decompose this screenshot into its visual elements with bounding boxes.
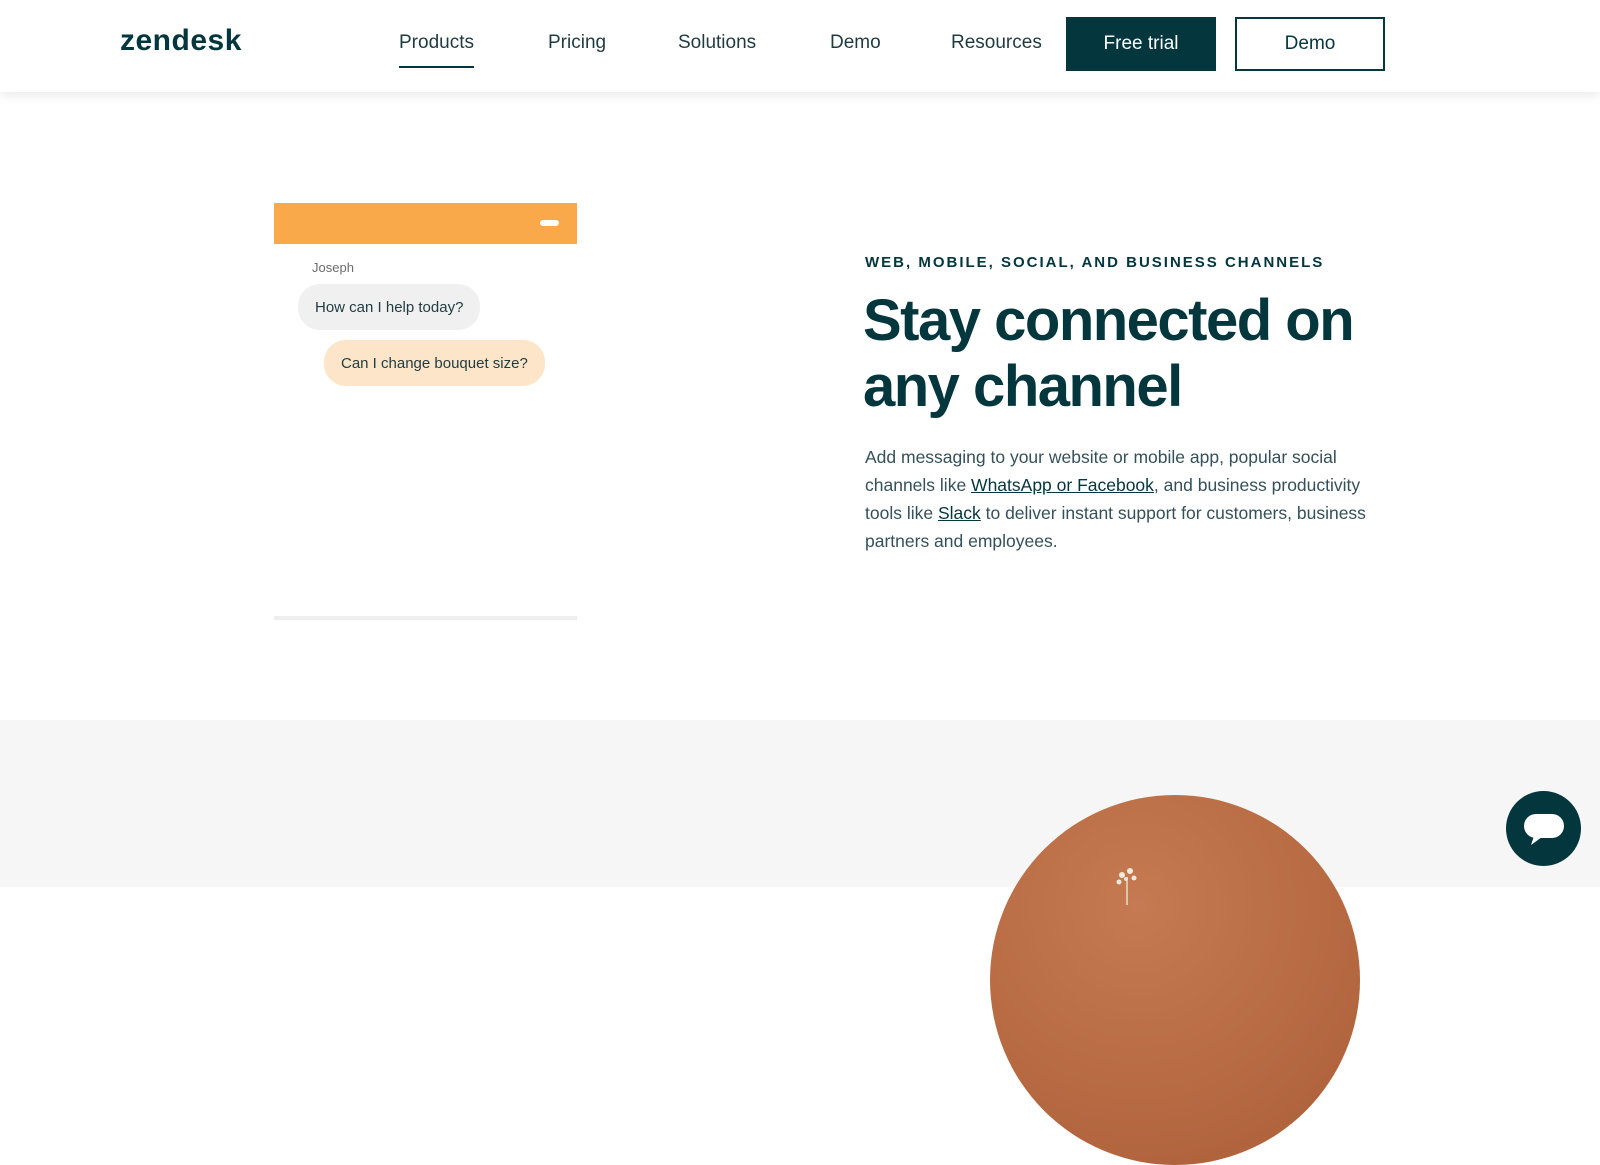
zendesk-logo[interactable]: zendesk <box>120 24 242 58</box>
nav-pricing[interactable]: Pricing <box>548 32 606 54</box>
chat-author-name: Joseph <box>312 260 354 275</box>
user-message-bubble: Can I change bouquet size? <box>324 340 545 386</box>
section-body: Add messaging to your website or mobile … <box>865 443 1385 555</box>
whatsapp-facebook-link[interactable]: WhatsApp or Facebook <box>971 475 1154 495</box>
nav-solutions[interactable]: Solutions <box>678 32 756 54</box>
nav-demo[interactable]: Demo <box>830 32 881 54</box>
demo-button[interactable]: Demo <box>1235 17 1385 71</box>
flower-icon <box>1116 868 1137 905</box>
nav-products[interactable]: Products <box>399 32 474 68</box>
free-trial-button[interactable]: Free trial <box>1066 17 1216 71</box>
site-header: zendesk Products Pricing Solutions Demo … <box>0 0 1600 92</box>
nav-resources[interactable]: Resources <box>951 32 1042 54</box>
chat-divider <box>274 616 577 620</box>
chat-widget-preview: Joseph How can I help today? Can I chang… <box>274 203 577 621</box>
chat-launcher-button[interactable] <box>1506 791 1581 866</box>
minimize-icon[interactable] <box>540 220 559 226</box>
section-eyebrow: WEB, MOBILE, SOCIAL, AND BUSINESS CHANNE… <box>865 254 1325 271</box>
chat-bubble-icon <box>1523 813 1564 845</box>
next-section-background <box>0 720 1600 887</box>
chat-header-bar <box>274 203 577 244</box>
product-photo-circle <box>990 795 1360 1165</box>
section-headline: Stay connected on any channel <box>863 288 1355 419</box>
slack-link[interactable]: Slack <box>938 503 981 523</box>
agent-message-bubble: How can I help today? <box>298 284 481 330</box>
